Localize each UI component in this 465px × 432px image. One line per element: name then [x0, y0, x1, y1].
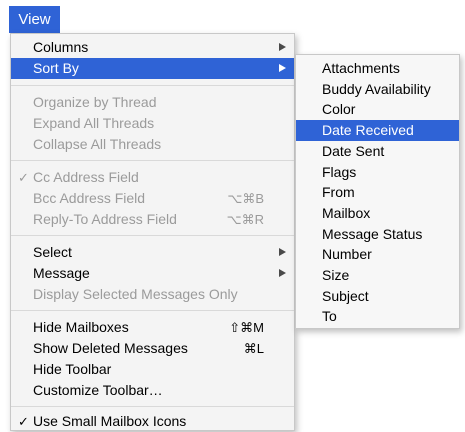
- submenu-arrow-icon: [279, 269, 286, 277]
- menu-item-label: Bcc Address Field: [33, 190, 146, 206]
- menu-item-label: Message: [33, 265, 90, 281]
- menu-item-label: Customize Toolbar…: [33, 382, 163, 398]
- menu-item-bcc-address-field[interactable]: Bcc Address Field ⌥⌘B: [11, 188, 294, 209]
- sort-option-label: Flags: [322, 163, 357, 180]
- sort-option-subject[interactable]: Subject: [296, 286, 459, 307]
- menu-item-label: Reply-To Address Field: [33, 211, 177, 227]
- menu-separator: [11, 406, 294, 407]
- menu-item-label: Expand All Threads: [33, 115, 155, 131]
- sort-option-label: Date Received: [322, 122, 414, 139]
- keyboard-shortcut: ⌥⌘B: [227, 191, 264, 206]
- menu-item-hide-toolbar[interactable]: Hide Toolbar: [11, 359, 294, 380]
- view-menu: Columns Sort By Organize by Thread Expan…: [10, 33, 295, 431]
- sort-option-number[interactable]: Number: [296, 244, 459, 265]
- menu-item-label: Sort By: [33, 60, 79, 76]
- menu-item-customize-toolbar[interactable]: Customize Toolbar…: [11, 380, 294, 401]
- menu-separator: [11, 310, 294, 311]
- menu-item-select[interactable]: Select: [11, 242, 294, 263]
- menu-item-label: Hide Mailboxes: [33, 319, 129, 335]
- sort-option-color[interactable]: Color: [296, 99, 459, 120]
- menu-separator: [11, 235, 294, 236]
- menu-item-reply-to-address-field[interactable]: Reply-To Address Field ⌥⌘R: [11, 209, 294, 230]
- menu-item-label: Organize by Thread: [33, 94, 157, 110]
- sort-option-mailbox[interactable]: Mailbox: [296, 203, 459, 224]
- sort-option-label: Color: [322, 101, 356, 118]
- checkmark-icon: ✓: [18, 170, 29, 185]
- submenu-arrow-icon: [279, 64, 286, 72]
- keyboard-shortcut: ⇧⌘M: [229, 320, 264, 335]
- sort-option-label: From: [322, 184, 355, 201]
- menu-item-sort-by[interactable]: Sort By: [11, 58, 294, 79]
- sort-option-label: Size: [322, 267, 350, 283]
- sort-option-label: Message Status: [322, 225, 423, 242]
- sort-by-submenu: Attachments Buddy Availability Color Date R…: [295, 54, 460, 329]
- menu-item-cc-address-field[interactable]: ✓ Cc Address Field: [11, 167, 294, 188]
- sort-option-label: Attachments: [322, 60, 400, 76]
- menu-item-message[interactable]: Message: [11, 263, 294, 284]
- sort-option-label: Mailbox: [322, 204, 371, 221]
- submenu-arrow-icon: [279, 43, 286, 51]
- menu-item-label: Cc Address Field: [33, 169, 139, 185]
- menu-item-label: Display Selected Messages Only: [33, 286, 238, 302]
- menu-item-label: Select: [33, 244, 72, 260]
- sort-option-label: Date Sent: [322, 142, 385, 159]
- sort-option-size[interactable]: Size: [296, 265, 459, 286]
- sort-option-label: To: [322, 308, 337, 325]
- menu-item-expand-all-threads[interactable]: Expand All Threads: [11, 113, 294, 134]
- menu-separator: [11, 85, 294, 86]
- menu-item-show-deleted-messages[interactable]: Show Deleted Messages ⌘L: [11, 338, 294, 359]
- sort-option-attachments[interactable]: Attachments: [296, 58, 459, 79]
- sort-option-message-status[interactable]: Message Status: [296, 224, 459, 245]
- menu-item-label: Collapse All Threads: [33, 136, 162, 152]
- menu-item-columns[interactable]: Columns: [11, 37, 294, 58]
- sort-option-label: Number: [322, 246, 372, 263]
- sort-option-buddy-availability[interactable]: Buddy Availability: [296, 79, 459, 100]
- menu-item-collapse-all-threads[interactable]: Collapse All Threads: [11, 134, 294, 155]
- menu-item-label: Hide Toolbar: [33, 361, 112, 377]
- sort-option-to[interactable]: To: [296, 306, 459, 327]
- keyboard-shortcut: ⌥⌘R: [226, 212, 264, 227]
- sort-option-label: Subject: [322, 287, 369, 304]
- sort-option-label: Buddy Availability: [322, 80, 431, 97]
- menu-item-hide-mailboxes[interactable]: Hide Mailboxes ⇧⌘M: [11, 317, 294, 338]
- menu-item-display-selected-messages-only[interactable]: Display Selected Messages Only: [11, 284, 294, 305]
- keyboard-shortcut: ⌘L: [243, 341, 264, 356]
- menu-separator: [11, 160, 294, 161]
- menu-item-label: Columns: [33, 39, 89, 55]
- sort-option-date-sent[interactable]: Date Sent: [296, 141, 459, 162]
- menu-item-organize-by-thread[interactable]: Organize by Thread: [11, 92, 294, 113]
- menubar-view[interactable]: View: [9, 6, 60, 33]
- sort-option-date-received[interactable]: Date Received: [296, 120, 459, 142]
- menu-item-label: Show Deleted Messages: [33, 340, 188, 356]
- submenu-arrow-icon: [279, 248, 286, 256]
- sort-option-flags[interactable]: Flags: [296, 162, 459, 183]
- sort-option-from[interactable]: From: [296, 182, 459, 203]
